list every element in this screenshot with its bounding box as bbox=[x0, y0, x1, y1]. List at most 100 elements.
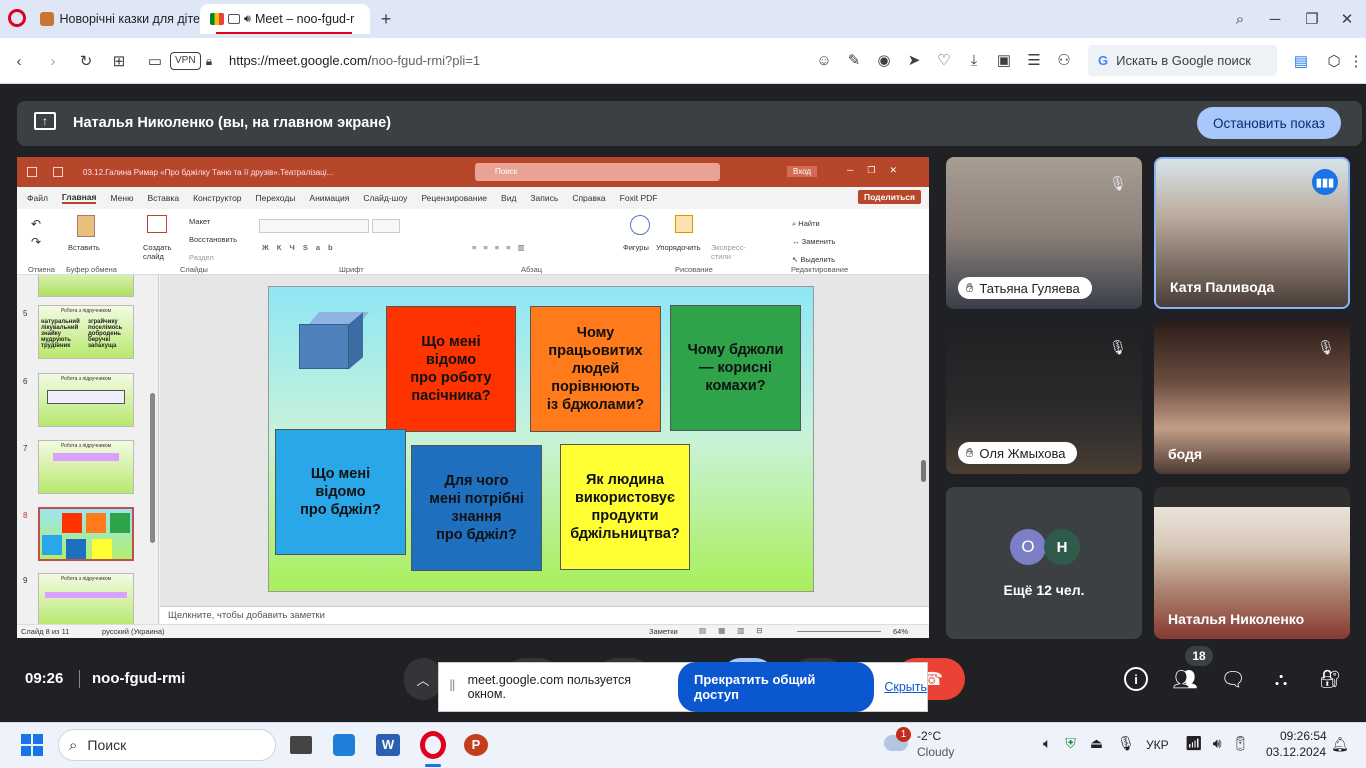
ppt-menu-transitions[interactable]: Переходы bbox=[256, 193, 296, 203]
ppt-menu-record[interactable]: Запись bbox=[530, 193, 558, 203]
chat-icon[interactable]: 🗨︎ bbox=[1220, 667, 1245, 691]
shapes-icon[interactable] bbox=[630, 215, 650, 235]
slide-thumb-6[interactable]: Робота з підручником bbox=[38, 373, 134, 427]
lock-icon[interactable]: 🔒︎ bbox=[202, 51, 216, 71]
clock-date[interactable]: 03.12.2024 bbox=[1266, 745, 1326, 759]
restore-button[interactable]: Восстановить bbox=[189, 235, 237, 244]
find-button[interactable]: ⌕ Найти bbox=[792, 219, 820, 229]
menu-icon[interactable]: ⋮ bbox=[1349, 51, 1364, 71]
view-buttons[interactable]: ▤▦▥⊟ bbox=[699, 626, 775, 635]
ppt-window-controls[interactable]: ─❐✕ bbox=[847, 165, 911, 176]
google-search-box[interactable]: G Искать в Google поиск bbox=[1088, 45, 1277, 76]
activities-icon[interactable]: ⛬ bbox=[1269, 667, 1293, 691]
stop-presenting-button[interactable]: Остановить показ bbox=[1196, 107, 1341, 139]
opera-taskbar-icon[interactable] bbox=[420, 731, 446, 759]
minimize-button[interactable]: ─ bbox=[1265, 9, 1285, 29]
taskbar-search[interactable]: ⌕ Поиск bbox=[58, 729, 276, 761]
slide-thumb-7[interactable]: Робота з підручником bbox=[38, 440, 134, 494]
ppt-share-button[interactable]: Поделиться bbox=[857, 190, 921, 204]
paragraph-buttons[interactable]: ≡≡≡≡▥ bbox=[472, 243, 532, 252]
canvas-scrollbar[interactable] bbox=[921, 460, 926, 482]
mic-tray-icon[interactable]: 🎙︎ bbox=[1117, 735, 1135, 752]
ppt-undo-icon[interactable] bbox=[53, 167, 63, 177]
layout-button[interactable]: Макет bbox=[189, 217, 210, 226]
camera-icon[interactable]: ▭ bbox=[146, 51, 164, 71]
new-slide-button[interactable]: Создать слайд bbox=[143, 243, 173, 261]
usb-icon[interactable]: ⏏︎ bbox=[1090, 735, 1103, 752]
redo-icon[interactable]: ↷ bbox=[31, 235, 41, 249]
forward-icon[interactable]: › bbox=[44, 51, 62, 71]
section-button[interactable]: Раздел bbox=[189, 253, 214, 262]
url-field[interactable]: https://meet.google.com/noo-fgud-rmi?pli… bbox=[229, 53, 480, 68]
participant-tile-active-speaker[interactable]: ▮▮▮ Катя Паливода bbox=[1154, 157, 1350, 309]
notes-toggle[interactable]: Заметки bbox=[649, 627, 678, 636]
ppt-menu-view[interactable]: Вид bbox=[501, 193, 516, 203]
back-icon[interactable]: ‹ bbox=[10, 51, 28, 71]
search-tabs-icon[interactable]: ⌕ bbox=[1230, 9, 1250, 29]
meeting-info-icon[interactable]: i bbox=[1124, 667, 1148, 691]
people-icon[interactable]: 👥︎ bbox=[1172, 667, 1198, 691]
host-controls-icon[interactable]: 🔐︎ bbox=[1318, 667, 1342, 691]
network-icons[interactable]: 📶︎ 🔊︎ 🔋︎ bbox=[1185, 735, 1249, 752]
paste-button[interactable]: Вставить bbox=[68, 243, 100, 252]
snapshot-icon[interactable]: ◉ bbox=[875, 51, 893, 69]
weather-text[interactable]: Cloudy bbox=[917, 745, 954, 759]
slide-thumb-9[interactable]: Робота з підручником bbox=[38, 573, 134, 627]
powerpoint-icon[interactable]: P bbox=[464, 734, 488, 756]
player-icon[interactable]: ▣ bbox=[995, 51, 1013, 69]
new-slide-icon[interactable] bbox=[147, 215, 167, 233]
ppt-menu-file[interactable]: Файл bbox=[27, 193, 48, 203]
ppt-menu-insert[interactable]: Вставка bbox=[147, 193, 179, 203]
word-icon[interactable]: W bbox=[376, 734, 400, 756]
download-icon[interactable]: ⤓ bbox=[965, 52, 983, 69]
ppt-menu-home[interactable]: Главная bbox=[61, 192, 97, 204]
tab-fairy-tales[interactable]: Новорічні казки для діте bbox=[30, 4, 200, 34]
ppt-menu-review[interactable]: Рецензирование bbox=[421, 193, 487, 203]
emoji-icon[interactable]: ☺ bbox=[815, 52, 833, 69]
windows-start-icon[interactable] bbox=[21, 734, 43, 756]
arrange-icon[interactable] bbox=[675, 215, 693, 233]
font-size-field[interactable] bbox=[372, 219, 400, 233]
ppt-menu-slideshow[interactable]: Слайд-шоу bbox=[363, 193, 407, 203]
participant-tile-self[interactable]: Наталья Николенко bbox=[1154, 487, 1350, 639]
vpn-badge[interactable]: VPN bbox=[170, 52, 201, 70]
replace-button[interactable]: ↔ Заменить bbox=[792, 237, 835, 246]
send-icon[interactable]: ➤ bbox=[905, 51, 923, 69]
ppt-save-icon[interactable] bbox=[27, 167, 37, 177]
hide-link[interactable]: Скрыть bbox=[884, 680, 927, 694]
weather-temp[interactable]: -2°C bbox=[917, 729, 941, 743]
paste-icon[interactable] bbox=[77, 215, 95, 237]
task-view-icon[interactable] bbox=[290, 736, 312, 754]
opera-logo-icon[interactable] bbox=[8, 9, 26, 27]
slide-thumb-5[interactable]: Робота з підручником натуральний зграйчи… bbox=[38, 305, 134, 359]
current-slide[interactable]: Що мені відомо про роботу пасічника? Чом… bbox=[268, 286, 814, 592]
maximize-button[interactable]: ❐ bbox=[1302, 9, 1322, 29]
express-styles-button[interactable]: Экспресс-стили bbox=[711, 243, 746, 261]
slide-thumb-8-selected[interactable] bbox=[38, 507, 134, 561]
extensions-icon[interactable]: ⬡ bbox=[1324, 51, 1344, 71]
more-participants-tile[interactable]: О Н Ещё 12 чел. bbox=[946, 487, 1142, 639]
new-tab-button[interactable]: + bbox=[376, 9, 396, 29]
profile-icon[interactable]: ⚇ bbox=[1055, 51, 1073, 69]
reload-icon[interactable]: ↻ bbox=[77, 51, 95, 71]
font-name-field[interactable] bbox=[259, 219, 369, 233]
ppt-login-button[interactable]: Вход bbox=[787, 166, 818, 177]
defender-icon[interactable]: ⛨ bbox=[1065, 735, 1076, 752]
notification-bell-icon[interactable]: 🔔︎ bbox=[1331, 736, 1349, 753]
thumbs-scrollbar[interactable] bbox=[150, 393, 155, 543]
shapes-button[interactable]: Фигуры bbox=[623, 243, 649, 252]
ppt-menu-help[interactable]: Справка bbox=[572, 193, 605, 203]
easy-setup-icon[interactable]: ☰ bbox=[1025, 51, 1043, 69]
participant-tile[interactable]: 🎙︎ ✋︎ Оля Жмыхова bbox=[946, 321, 1142, 474]
zoom-level[interactable]: 64% bbox=[893, 627, 908, 636]
drag-handle-icon[interactable]: ‖ bbox=[449, 678, 456, 696]
tab-meet[interactable]: 🔊︎ Meet – noo-fgud-r bbox=[200, 4, 370, 34]
heart-icon[interactable]: ♡ bbox=[935, 51, 953, 69]
store-icon[interactable] bbox=[333, 734, 355, 756]
sidebar-icon[interactable]: ▤ bbox=[1291, 51, 1311, 71]
ppt-search[interactable]: Поиск bbox=[475, 163, 720, 181]
volume-tray-icon[interactable]: 🔈︎ bbox=[1043, 735, 1051, 752]
ppt-menu-animation[interactable]: Анимация bbox=[309, 193, 349, 203]
language-status[interactable]: русский (Украина) bbox=[102, 627, 165, 636]
ppt-menu-menu[interactable]: Меню bbox=[110, 193, 133, 203]
